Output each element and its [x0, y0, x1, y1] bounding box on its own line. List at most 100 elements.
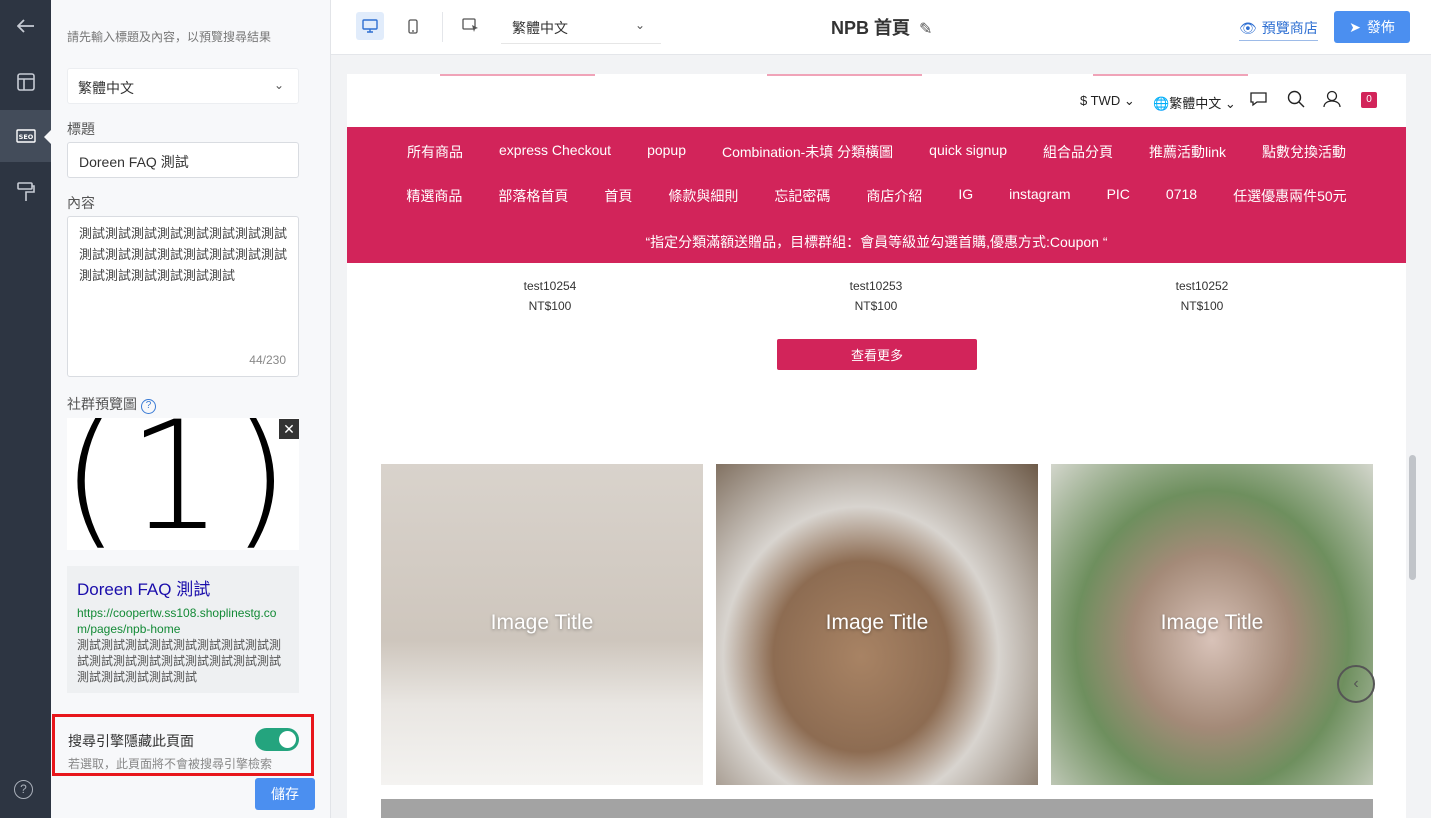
image-card[interactable]: Image Title	[1051, 464, 1373, 785]
carousel-next-icon[interactable]: ‹	[1337, 665, 1375, 703]
toolbar-divider	[442, 12, 443, 42]
remove-image-icon[interactable]: ✕	[279, 419, 299, 439]
chevron-down-icon: ⌄	[273, 78, 284, 92]
title-input[interactable]: Doreen FAQ 測試	[67, 142, 299, 178]
image-card-title: Image Title	[1160, 611, 1264, 634]
language-select-value: 繁體中文	[78, 80, 134, 96]
edit-pencil-icon[interactable]: ✎	[919, 21, 932, 38]
serp-title: Doreen FAQ 測試	[77, 580, 211, 599]
search-result-preview: Doreen FAQ 測試 https://coopertw.ss108.sho…	[67, 566, 299, 693]
product-name: test10252	[1175, 279, 1229, 293]
chevron-down-icon: ⌄	[634, 18, 645, 32]
store-language-label: 繁體中文	[1169, 96, 1222, 111]
user-icon[interactable]	[1323, 90, 1341, 111]
editor-topbar: 繁體中文 ⌄ NPB 首頁 ✎ 👁 預覽商店 ➤ 發佈	[331, 0, 1431, 55]
menu-item[interactable]: 商店介紹	[866, 186, 922, 206]
page-title: NPB 首頁 ✎	[831, 14, 932, 40]
hide-from-search-title: 搜尋引擎隱藏此頁面	[68, 733, 194, 749]
svg-text:SEO: SEO	[18, 133, 33, 141]
preview-store-label: 預覽商店	[1261, 20, 1318, 36]
paint-roller-icon[interactable]	[0, 166, 51, 218]
menu-item[interactable]: 點數兌換活動	[1262, 142, 1346, 162]
content-label: 內容	[67, 195, 95, 211]
left-rail: SEO ?	[0, 0, 51, 818]
select-cursor-icon[interactable]	[457, 12, 485, 40]
view-more-button[interactable]: 查看更多	[777, 339, 977, 370]
promo-banner: “指定分類滿額送贈品，目標群組：會員等級並勾選首購,優惠方式:Coupon “	[645, 234, 1108, 250]
serp-description: 測試測試測試測試測試測試測試測試測試測試測試測試測試測試測試測試測試測試測試測試…	[77, 638, 282, 684]
hide-from-search-toggle[interactable]	[255, 728, 299, 751]
desktop-view-icon[interactable]	[356, 12, 384, 40]
image-card[interactable]: Image Title	[716, 464, 1038, 785]
question-icon[interactable]: ?	[141, 399, 156, 414]
cart-icon[interactable]: 0	[1361, 92, 1377, 108]
language-select[interactable]: 繁體中文 ⌄	[67, 68, 299, 104]
send-icon: ➤	[1349, 19, 1361, 35]
seo-icon[interactable]: SEO	[0, 110, 51, 162]
product-price: NT$100	[1180, 299, 1224, 313]
og-image-label: 社群預覽圖	[67, 396, 137, 412]
eye-icon: 👁	[1239, 20, 1257, 36]
menu-row: 精選商品 部落格首頁 首頁 條款與細則 忘記密碼 商店介紹 IG instagram PIC 07…	[347, 186, 1406, 206]
product-name: test10254	[523, 279, 577, 293]
seo-panel: 請先輸入標題及內容，以預覽搜尋結果 繁體中文 ⌄ 標題 Doreen FAQ 測…	[51, 0, 377, 818]
menu-item[interactable]: 任選優惠兩件50元	[1233, 186, 1347, 206]
preview-store-link[interactable]: 👁 預覽商店	[1239, 18, 1318, 41]
menu-item[interactable]: 精選商品	[406, 186, 462, 206]
panel-hint: 請先輸入標題及內容，以預覽搜尋結果	[67, 30, 272, 44]
menu-row: 所有商品 express Checkout popup Combination-未填 …	[347, 142, 1406, 162]
publish-button[interactable]: ➤ 發佈	[1334, 11, 1410, 43]
menu-item[interactable]: IG	[958, 186, 973, 206]
store-language-selector[interactable]: 🌐繁體中文 ⌄	[1153, 93, 1236, 112]
hide-from-search-subtitle: 若選取，此頁面將不會被搜尋引擎檢索	[68, 757, 273, 771]
menu-item[interactable]: 首頁	[604, 186, 632, 206]
product-price: NT$100	[854, 299, 898, 313]
back-arrow-icon[interactable]	[0, 0, 51, 52]
content-text: 測試測試測試測試測試測試測試測試測試測試測試測試測試測試測試測試測試測試測試測試…	[79, 226, 288, 283]
og-image-preview: (1)	[67, 418, 299, 550]
menu-item[interactable]: PIC	[1107, 186, 1130, 206]
menu-item[interactable]: express Checkout	[499, 142, 611, 162]
menu-item[interactable]: 忘記密碼	[774, 186, 830, 206]
menu-item[interactable]: quick signup	[929, 142, 1007, 162]
hide-from-search-setting: 搜尋引擎隱藏此頁面 若選取，此頁面將不會被搜尋引擎檢索	[52, 714, 314, 776]
menu-item[interactable]: 所有商品	[407, 142, 463, 162]
image-card-title: Image Title	[490, 611, 594, 634]
product-price: NT$100	[528, 299, 572, 313]
menu-item[interactable]: 0718	[1166, 186, 1197, 206]
currency-label: $ TWD	[1080, 93, 1121, 108]
mobile-view-icon[interactable]	[399, 12, 427, 40]
serp-url: https://coopertw.ss108.shoplinestg.com/p…	[77, 606, 277, 636]
product-item[interactable]: test10252 NT$100	[1142, 276, 1262, 316]
menu-item[interactable]: 推薦活動link	[1149, 142, 1226, 162]
globe-icon: 🌐	[1153, 96, 1170, 111]
menu-item[interactable]: Combination-未填 分類橫圖	[722, 142, 893, 162]
content-textarea[interactable]: 測試測試測試測試測試測試測試測試測試測試測試測試測試測試測試測試測試測試測試測試…	[67, 216, 299, 377]
menu-item[interactable]: 條款與細則	[668, 186, 738, 206]
menu-item[interactable]: 組合品分頁	[1043, 142, 1113, 162]
image-card[interactable]: Image Title	[381, 464, 703, 785]
menu-item[interactable]: popup	[647, 142, 686, 162]
layout-icon[interactable]	[0, 56, 51, 108]
product-item[interactable]: test10254 NT$100	[490, 276, 610, 316]
product-name: test10253	[849, 279, 903, 293]
store-header: $ TWD ⌄ 🌐繁體中文 ⌄ 0	[347, 74, 1406, 127]
next-section-placeholder	[381, 799, 1373, 818]
store-preview-canvas: $ TWD ⌄ 🌐繁體中文 ⌄ 0 所有商品 express Checkout po…	[347, 74, 1406, 818]
help-icon[interactable]: ?	[14, 780, 33, 799]
preview-language-select[interactable]: 繁體中文 ⌄	[501, 10, 661, 44]
save-button[interactable]: 儲存	[255, 778, 315, 810]
currency-selector[interactable]: $ TWD ⌄	[1080, 93, 1135, 109]
og-image-label-row: 社群預覽圖?	[67, 394, 156, 414]
product-item[interactable]: test10253 NT$100	[816, 276, 936, 316]
canvas-scrollbar[interactable]	[1409, 455, 1416, 580]
og-image-text: (1)	[67, 418, 298, 550]
menu-item[interactable]: 部落格首頁	[498, 186, 568, 206]
store-menu-bar: 所有商品 express Checkout popup Combination-未填 …	[347, 127, 1406, 263]
preview-language-value: 繁體中文	[512, 20, 568, 36]
chat-icon[interactable]	[1249, 90, 1268, 110]
menu-item[interactable]: instagram	[1009, 186, 1070, 206]
title-label: 標題	[67, 121, 95, 137]
image-card-title: Image Title	[825, 611, 929, 634]
search-icon[interactable]	[1287, 90, 1305, 111]
